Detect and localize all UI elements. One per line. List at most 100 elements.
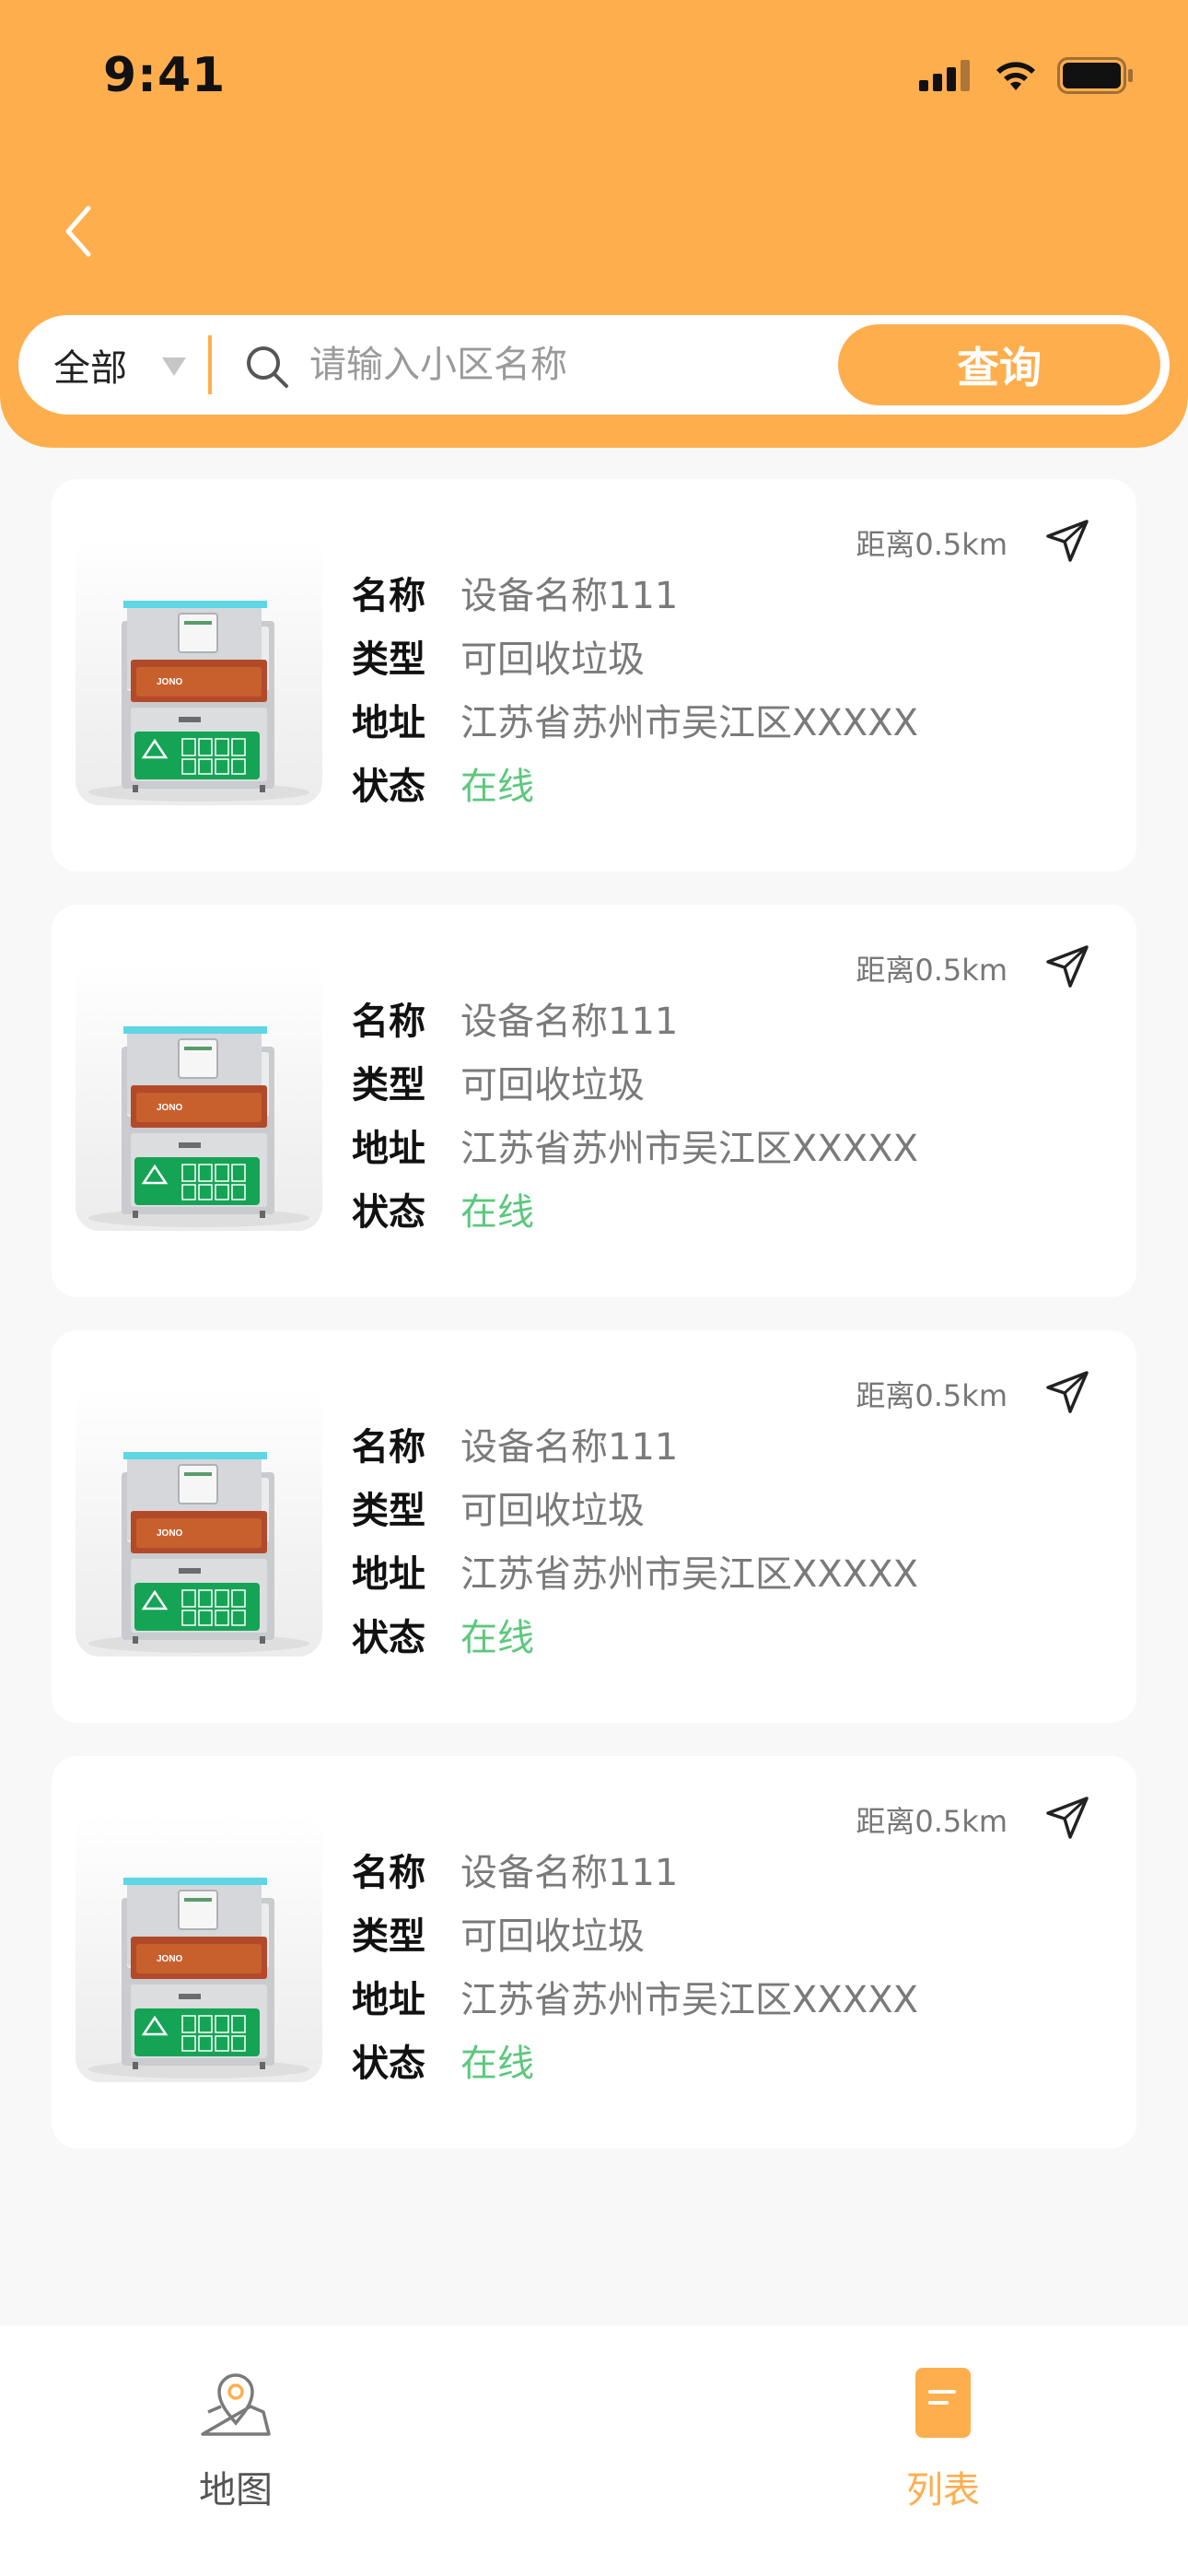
status-label: 状态 — [352, 765, 425, 808]
query-button[interactable]: 查询 — [838, 324, 1160, 405]
status-bar: 9:41 — [0, 0, 1188, 157]
status-row: 状态 在线 — [352, 1177, 918, 1240]
name-value: 设备名称111 — [460, 1000, 679, 1043]
navigation-arrow-icon[interactable] — [1044, 943, 1090, 989]
device-info: 名称 设备名称111 类型 可回收垃圾 地址 江苏省苏州市吴江区XXXXX 状态… — [352, 1837, 918, 2091]
status-label: 状态 — [352, 1616, 425, 1659]
recycling-machine-illustration: JONO — [88, 1026, 309, 1227]
status-icons — [919, 57, 1135, 94]
status-row: 状态 在线 — [352, 751, 918, 814]
name-label: 名称 — [352, 574, 425, 617]
address-value: 江苏省苏州市吴江区XXXXX — [460, 1552, 919, 1596]
cellular-signal-icon — [919, 60, 970, 91]
name-value: 设备名称111 — [460, 574, 679, 617]
status-label: 状态 — [352, 1190, 425, 1234]
status-time: 9:41 — [103, 48, 227, 103]
address-value: 江苏省苏州市吴江区XXXXX — [460, 701, 919, 744]
battery-icon — [1057, 57, 1133, 94]
tab-list[interactable]: 列表 — [851, 2366, 1035, 2513]
status-value: 在线 — [460, 765, 534, 808]
status-label: 状态 — [352, 2042, 425, 2085]
svg-text:JONO: JONO — [157, 1954, 183, 1964]
type-row: 类型 可回收垃圾 — [352, 1475, 918, 1539]
device-card[interactable]: JONO 距离0.5km 名称 设备名称111 类型 可回收垃圾 地址 江苏省苏… — [52, 479, 1136, 872]
tab-map-label: 地图 — [199, 2469, 273, 2512]
filter-label: 全部 — [53, 347, 127, 390]
device-image: JONO — [76, 962, 322, 1231]
name-label: 名称 — [352, 1851, 425, 1894]
search-bar: 全部 查询 — [18, 315, 1170, 415]
type-value: 可回收垃圾 — [460, 1063, 645, 1107]
tab-list-label: 列表 — [906, 2469, 980, 2512]
header: 9:41 全部 请输入小区名称 查询 — [0, 0, 1188, 448]
name-row: 名称 设备名称111 — [352, 1837, 918, 1901]
distance-text: 距离0.5km — [856, 1378, 1007, 1413]
type-row: 类型 可回收垃圾 — [352, 624, 918, 687]
address-value: 江苏省苏州市吴江区XXXXX — [460, 1978, 919, 2021]
status-row: 状态 在线 — [352, 1602, 918, 1666]
tab-map[interactable]: 地图 — [144, 2366, 328, 2513]
type-value: 可回收垃圾 — [460, 1489, 645, 1532]
type-row: 类型 可回收垃圾 — [352, 1049, 918, 1113]
address-label: 地址 — [352, 701, 425, 744]
name-value: 设备名称111 — [460, 1425, 679, 1469]
device-info: 名称 设备名称111 类型 可回收垃圾 地址 江苏省苏州市吴江区XXXXX 状态… — [352, 986, 918, 1240]
address-row: 地址 江苏省苏州市吴江区XXXXX — [352, 1113, 918, 1177]
navigation-arrow-icon[interactable] — [1044, 1369, 1090, 1415]
document-icon — [915, 2368, 971, 2438]
name-value: 设备名称111 — [460, 1851, 679, 1894]
name-label: 名称 — [352, 1000, 425, 1043]
name-row: 名称 设备名称111 — [352, 986, 918, 1049]
device-image: JONO — [76, 1388, 322, 1657]
name-row: 名称 设备名称111 — [352, 560, 918, 624]
tab-bar: 地图 列表 — [0, 2325, 1188, 2576]
address-label: 地址 — [352, 1552, 425, 1596]
svg-text:JONO: JONO — [157, 1103, 183, 1113]
device-list: JONO 距离0.5km 名称 设备名称111 类型 可回收垃圾 地址 江苏省苏… — [52, 479, 1136, 2182]
status-value: 在线 — [460, 1190, 534, 1234]
status-row: 状态 在线 — [352, 2028, 918, 2091]
address-value: 江苏省苏州市吴江区XXXXX — [460, 1127, 919, 1170]
name-row: 名称 设备名称111 — [352, 1411, 918, 1475]
search-icon — [247, 346, 288, 388]
caret-down-icon — [162, 357, 186, 376]
status-value: 在线 — [460, 2042, 534, 2085]
navigation-arrow-icon[interactable] — [1044, 1795, 1090, 1841]
address-label: 地址 — [352, 1978, 425, 2021]
type-label: 类型 — [352, 1063, 425, 1107]
type-label: 类型 — [352, 1914, 425, 1958]
name-label: 名称 — [352, 1425, 425, 1469]
area-filter-dropdown[interactable]: 全部 — [18, 315, 208, 415]
wifi-icon — [996, 62, 1035, 90]
type-value: 可回收垃圾 — [460, 1914, 645, 1958]
type-row: 类型 可回收垃圾 — [352, 1901, 918, 1964]
search-divider — [208, 335, 212, 394]
recycling-machine-illustration: JONO — [88, 1452, 309, 1653]
recycling-machine-illustration: JONO — [88, 601, 309, 802]
device-image: JONO — [76, 1813, 322, 2082]
device-card[interactable]: JONO 距离0.5km 名称 设备名称111 类型 可回收垃圾 地址 江苏省苏… — [52, 1756, 1136, 2149]
chevron-left-icon[interactable] — [57, 201, 101, 262]
type-label: 类型 — [352, 1489, 425, 1532]
distance-text: 距离0.5km — [856, 1804, 1007, 1839]
svg-text:JONO: JONO — [157, 677, 183, 687]
distance-text: 距离0.5km — [856, 527, 1007, 562]
device-card[interactable]: JONO 距离0.5km 名称 设备名称111 类型 可回收垃圾 地址 江苏省苏… — [52, 905, 1136, 1297]
search-input[interactable] — [309, 333, 825, 397]
distance-text: 距离0.5km — [856, 953, 1007, 988]
recycling-machine-illustration: JONO — [88, 1878, 309, 2078]
svg-text:JONO: JONO — [157, 1528, 183, 1539]
device-info: 名称 设备名称111 类型 可回收垃圾 地址 江苏省苏州市吴江区XXXXX 状态… — [352, 1411, 918, 1666]
device-card[interactable]: JONO 距离0.5km 名称 设备名称111 类型 可回收垃圾 地址 江苏省苏… — [52, 1330, 1136, 1723]
address-row: 地址 江苏省苏州市吴江区XXXXX — [352, 1964, 918, 2028]
type-label: 类型 — [352, 638, 425, 681]
device-image: JONO — [76, 536, 322, 805]
type-value: 可回收垃圾 — [460, 638, 645, 681]
address-row: 地址 江苏省苏州市吴江区XXXXX — [352, 687, 918, 751]
address-row: 地址 江苏省苏州市吴江区XXXXX — [352, 1539, 918, 1602]
address-label: 地址 — [352, 1127, 425, 1170]
device-info: 名称 设备名称111 类型 可回收垃圾 地址 江苏省苏州市吴江区XXXXX 状态… — [352, 560, 918, 814]
map-pin-icon — [201, 2373, 271, 2436]
navigation-arrow-icon[interactable] — [1044, 518, 1090, 564]
status-value: 在线 — [460, 1616, 534, 1659]
